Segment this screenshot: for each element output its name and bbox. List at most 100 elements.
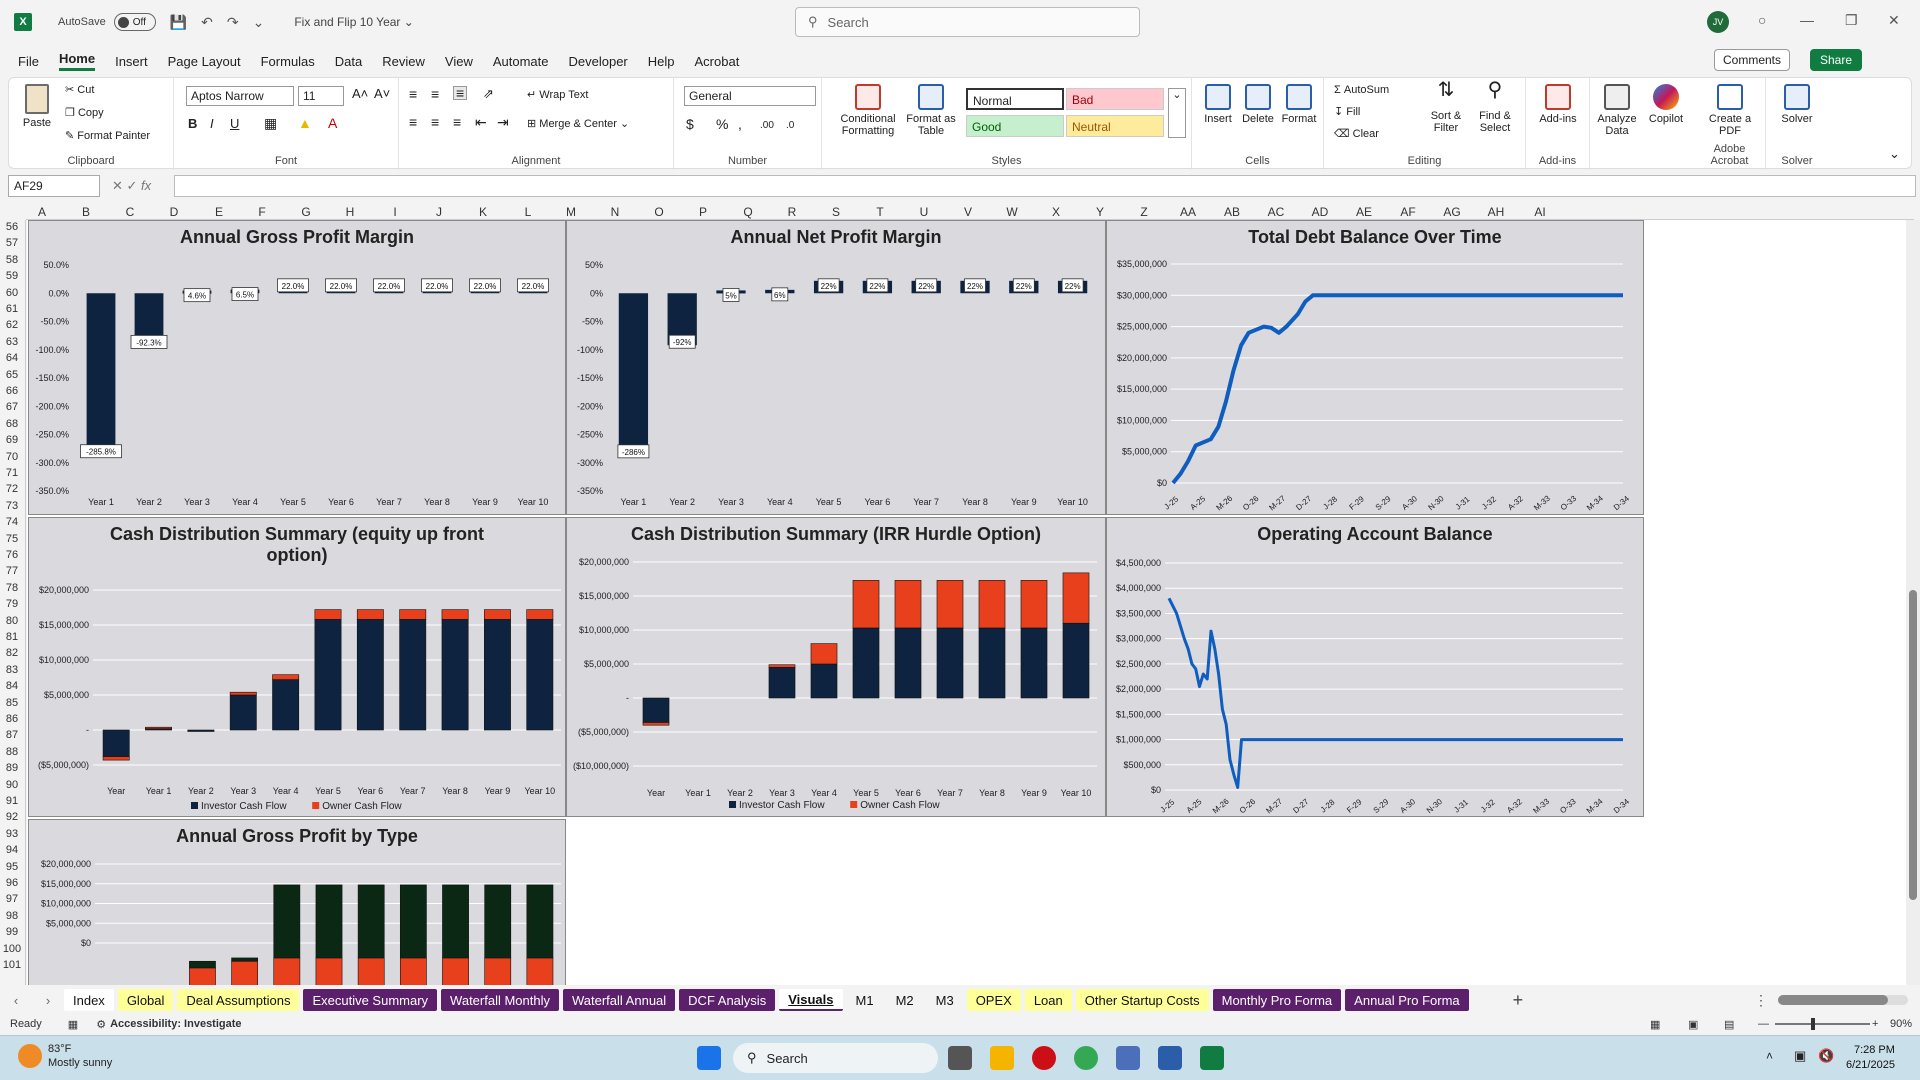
taskbar-clock[interactable]: 7:28 PM 6/21/2025 — [1846, 1043, 1895, 1073]
italic-icon[interactable]: I — [210, 117, 214, 130]
column-header[interactable]: X — [1046, 205, 1066, 219]
notepad-icon[interactable] — [1158, 1046, 1182, 1070]
column-header[interactable]: AB — [1222, 205, 1242, 219]
menu-review[interactable]: Review — [382, 54, 425, 69]
row-header[interactable]: 86 — [0, 713, 24, 725]
align-bottom-icon[interactable]: ≡ — [453, 86, 468, 100]
shrink-font-icon[interactable]: A˅ — [374, 87, 390, 100]
row-header[interactable]: 90 — [0, 779, 24, 791]
merge-center-button[interactable]: ⊞ Merge & Center ⌄ — [527, 118, 629, 130]
row-header[interactable]: 93 — [0, 828, 24, 840]
align-middle-icon[interactable]: ≡ — [431, 87, 439, 101]
tab-waterfall-monthly[interactable]: Waterfall Monthly — [441, 989, 559, 1011]
column-header[interactable]: M — [561, 205, 581, 219]
column-header[interactable]: AH — [1486, 205, 1506, 219]
tab-monthly-pro-forma[interactable]: Monthly Pro Forma — [1212, 989, 1342, 1011]
zoom-in-icon[interactable]: + — [1872, 1018, 1878, 1030]
tab-m2[interactable]: M2 — [887, 989, 923, 1011]
column-header[interactable]: T — [870, 205, 890, 219]
row-header[interactable]: 60 — [0, 287, 24, 299]
column-header[interactable]: D — [164, 205, 184, 219]
tray-chevron-icon[interactable]: ˄ — [1766, 1049, 1773, 1063]
menu-home[interactable]: Home — [58, 51, 96, 71]
row-header[interactable]: 82 — [0, 647, 24, 659]
column-header[interactable]: AG — [1442, 205, 1462, 219]
column-header[interactable]: K — [473, 205, 493, 219]
row-header[interactable]: 66 — [0, 385, 24, 397]
conditional-formatting-button[interactable]: Conditional Formatting — [836, 84, 900, 137]
vertical-scrollbar[interactable] — [1906, 220, 1920, 985]
menu-formulas[interactable]: Formulas — [261, 54, 315, 69]
tab-options-icon[interactable]: ⋮ — [1754, 992, 1768, 1009]
operating-balance-chart[interactable]: Operating Account Balance $4,500,000 $4,0… — [1106, 517, 1644, 817]
column-header[interactable]: U — [914, 205, 934, 219]
restore-icon[interactable]: ❐ — [1845, 12, 1858, 29]
volume-mute-icon[interactable]: 🔇 — [1818, 1048, 1834, 1064]
tab-global[interactable]: Global — [117, 989, 174, 1011]
row-header[interactable]: 65 — [0, 369, 24, 381]
document-title[interactable]: Fix and Flip 10 Year ⌄ — [294, 15, 413, 29]
zoom-level[interactable]: 90% — [1890, 1018, 1912, 1030]
redo-icon[interactable]: ↷ — [227, 14, 239, 31]
column-header[interactable]: L — [518, 205, 538, 219]
align-left-icon[interactable]: ≡ — [409, 115, 417, 129]
tab-executive-summary[interactable]: Executive Summary — [303, 989, 438, 1011]
undo-icon[interactable]: ↶ — [201, 14, 213, 31]
style-neutral[interactable]: Neutral — [1066, 115, 1164, 137]
tab-opex[interactable]: OPEX — [966, 989, 1021, 1011]
font-size-select[interactable]: 11 — [298, 86, 344, 106]
column-header[interactable]: S — [826, 205, 846, 219]
row-header[interactable]: 58 — [0, 254, 24, 266]
column-header[interactable]: E — [209, 205, 229, 219]
row-header[interactable]: 88 — [0, 746, 24, 758]
comma-icon[interactable]: , — [738, 117, 742, 131]
row-header[interactable]: 59 — [0, 270, 24, 282]
tab-loan[interactable]: Loan — [1024, 989, 1072, 1011]
font-name-select[interactable]: Aptos Narrow — [186, 86, 294, 106]
task-view-icon[interactable] — [948, 1046, 972, 1070]
comments-button[interactable]: Comments — [1714, 49, 1791, 71]
column-header[interactable]: AE — [1354, 205, 1374, 219]
formula-input[interactable] — [174, 175, 1916, 197]
network-icon[interactable]: ▣ — [1794, 1048, 1806, 1064]
page-layout-icon[interactable]: ▣ — [1688, 1018, 1698, 1031]
delete-cells-button[interactable]: Delete — [1240, 84, 1276, 125]
autosave-toggle[interactable]: Off — [113, 13, 156, 31]
zoom-slider-thumb[interactable] — [1811, 1018, 1815, 1030]
name-box[interactable]: AF29 — [8, 175, 100, 197]
column-header[interactable]: N — [605, 205, 625, 219]
zoom-slider[interactable] — [1775, 1018, 1870, 1030]
scroll-thumb[interactable] — [1909, 590, 1917, 900]
search-box[interactable]: ⚲ Search — [795, 7, 1140, 37]
row-header[interactable]: 83 — [0, 664, 24, 676]
normal-view-icon[interactable]: ▦ — [1650, 1018, 1660, 1031]
page-break-icon[interactable]: ▤ — [1724, 1018, 1734, 1031]
column-header[interactable]: Q — [738, 205, 758, 219]
net-margin-chart[interactable]: Annual Net Profit Margin 50% 0% -50% -100% -… — [566, 220, 1106, 515]
row-header[interactable]: 101 — [0, 959, 24, 971]
row-header[interactable]: 74 — [0, 516, 24, 528]
bold-icon[interactable]: B — [188, 117, 197, 130]
column-header[interactable]: AC — [1266, 205, 1286, 219]
cash-equity-chart[interactable]: Cash Distribution Summary (equity up fro… — [28, 517, 566, 817]
hscroll-thumb[interactable] — [1778, 995, 1888, 1005]
underline-icon[interactable]: U — [230, 117, 239, 130]
add-sheet-icon[interactable]: + — [1513, 990, 1524, 1011]
row-header[interactable]: 76 — [0, 549, 24, 561]
format-cells-button[interactable]: Format — [1280, 84, 1318, 125]
row-header[interactable]: 67 — [0, 401, 24, 413]
decrease-decimal-icon[interactable]: .0 — [786, 120, 794, 132]
tab-m3[interactable]: M3 — [927, 989, 963, 1011]
row-header[interactable]: 75 — [0, 533, 24, 545]
sort-filter-button[interactable]: ⇅ Sort & Filter — [1424, 80, 1468, 134]
row-header[interactable]: 97 — [0, 893, 24, 905]
row-header[interactable]: 94 — [0, 844, 24, 856]
column-header[interactable]: A — [32, 205, 52, 219]
analyze-data-button[interactable]: Analyze Data — [1592, 84, 1642, 137]
tab-annual-pro-forma[interactable]: Annual Pro Forma — [1345, 989, 1469, 1011]
column-header[interactable]: O — [649, 205, 669, 219]
fill-color-icon[interactable]: ▲ — [298, 116, 312, 130]
tab-next-icon[interactable]: › — [46, 993, 50, 1008]
row-header[interactable]: 61 — [0, 303, 24, 315]
cash-irr-chart[interactable]: Cash Distribution Summary (IRR Hurdle Op… — [566, 517, 1106, 817]
